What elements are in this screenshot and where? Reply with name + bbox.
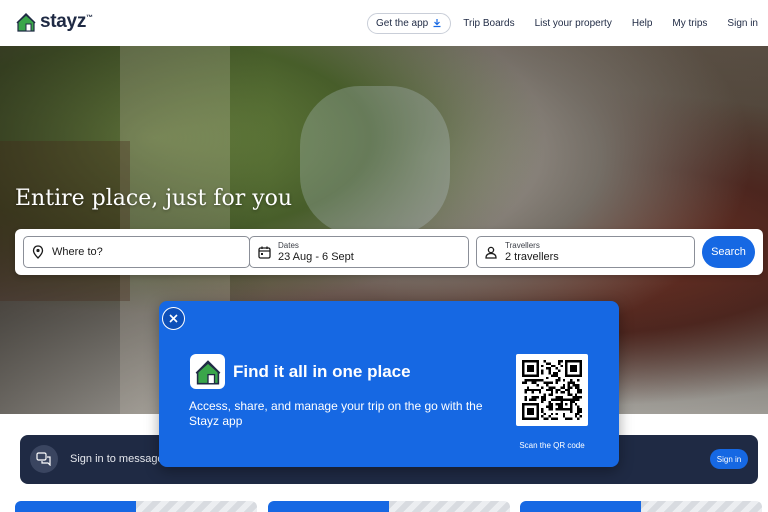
promo-card[interactable] — [268, 501, 510, 512]
hero-photo-shading — [0, 141, 130, 301]
main-nav: Get the app Trip Boards List your proper… — [366, 0, 768, 46]
top-header: stayz™ Get the app Trip Boards List your… — [0, 0, 768, 46]
modal-description: Access, share, and manage your trip on t… — [189, 399, 483, 428]
travellers-field[interactable]: Travellers 2 travellers — [476, 236, 695, 268]
hero-photo-shading — [300, 86, 450, 236]
stayz-app-icon — [190, 354, 225, 389]
qr-code — [516, 354, 588, 426]
logo-wordmark: stayz™ — [40, 11, 93, 32]
qr-caption: Scan the QR code — [519, 441, 585, 450]
sign-in-message-text: Sign in to message — [70, 453, 164, 465]
stayz-house-logo-icon — [16, 12, 36, 32]
nav-trip-boards[interactable]: Trip Boards — [453, 18, 524, 29]
dates-label: Dates — [278, 240, 299, 250]
calendar-icon — [250, 246, 278, 259]
nav-help[interactable]: Help — [622, 18, 663, 29]
download-icon — [433, 19, 441, 28]
promo-card[interactable] — [520, 501, 762, 512]
destination-placeholder: Where to? — [52, 246, 103, 258]
app-promo-modal: Find it all in one place Access, share, … — [159, 301, 619, 467]
hero-title: Entire place, just for you — [15, 186, 293, 211]
nav-sign-in[interactable]: Sign in — [717, 18, 768, 29]
qr-code-image — [522, 360, 582, 420]
stayz-logo[interactable]: stayz™ — [16, 11, 93, 33]
card-image — [641, 501, 762, 512]
dates-value: 23 Aug - 6 Sept — [278, 250, 354, 263]
get-the-app-label: Get the app — [375, 17, 429, 29]
stayz-house-icon — [195, 359, 220, 384]
close-button[interactable] — [162, 307, 185, 330]
location-pin-icon — [24, 245, 52, 259]
banner-sign-in-button[interactable]: Sign in — [710, 449, 748, 469]
chat-icon — [30, 445, 58, 473]
dates-field[interactable]: Dates 23 Aug - 6 Sept — [249, 236, 469, 268]
travellers-label: Travellers — [505, 240, 540, 250]
close-icon — [169, 314, 178, 323]
search-bar: Where to? Dates 23 Aug - 6 Sept Travelle… — [15, 229, 763, 275]
travellers-text: Travellers 2 travellers — [505, 241, 559, 264]
travellers-value: 2 travellers — [505, 250, 559, 263]
modal-title: Find it all in one place — [233, 362, 411, 381]
card-panel — [268, 501, 389, 512]
get-the-app-button[interactable]: Get the app — [366, 12, 452, 34]
destination-field[interactable]: Where to? — [23, 236, 250, 268]
nav-my-trips[interactable]: My trips — [662, 18, 717, 29]
card-panel — [520, 501, 641, 512]
card-image — [389, 501, 510, 512]
nav-list-your-property[interactable]: List your property — [525, 18, 622, 29]
search-button[interactable]: Search — [702, 236, 755, 268]
person-icon — [477, 246, 505, 259]
card-panel — [15, 501, 136, 512]
dates-text: Dates 23 Aug - 6 Sept — [278, 241, 354, 264]
card-image — [136, 501, 257, 512]
promo-card[interactable] — [15, 501, 257, 512]
